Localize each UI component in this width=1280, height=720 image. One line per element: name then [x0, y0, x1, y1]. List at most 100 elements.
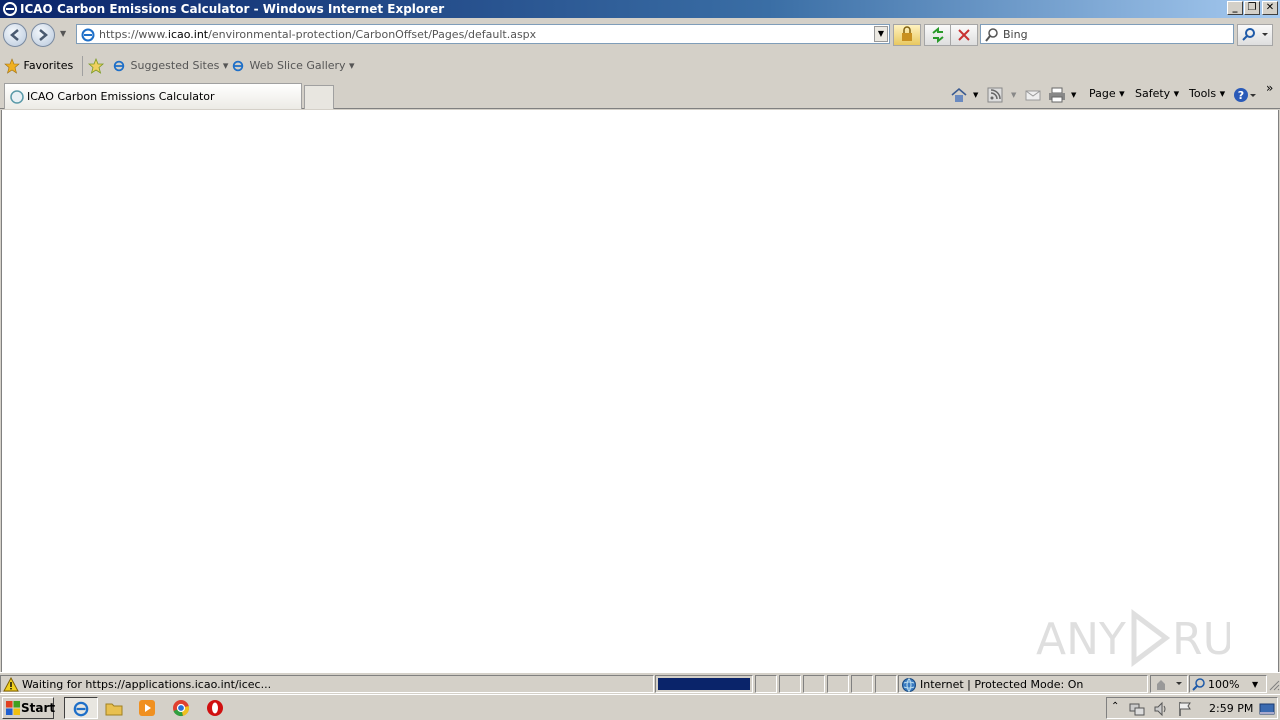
page-menu[interactable]: Page ▾: [1089, 87, 1125, 100]
opera-icon[interactable]: [205, 698, 225, 718]
navigation-bar: ▼ https://www.icao.int/environmental-pro…: [0, 18, 1280, 52]
security-settings-icon: [1157, 680, 1182, 690]
close-button[interactable]: ✕: [1262, 1, 1278, 15]
forward-button[interactable]: [31, 23, 55, 47]
tab-bar: ICAO Carbon Emissions Calculator ▼ ▼ ▼ P…: [0, 80, 1280, 109]
help-button[interactable]: ?: [1233, 87, 1257, 106]
forward-arrow-icon: [39, 29, 48, 41]
favorites-button[interactable]: Favorites: [4, 58, 73, 74]
resize-grip-icon[interactable]: [1268, 679, 1280, 691]
system-tray: ⌃ 2:59 PM: [1106, 697, 1278, 719]
web-slice-gallery-label: Web Slice Gallery ▾: [249, 59, 355, 72]
network-icon[interactable]: [1129, 701, 1145, 717]
refresh-icon: [932, 26, 944, 44]
address-bar[interactable]: https://www.icao.int/environmental-prote…: [76, 24, 890, 44]
home-dropdown-icon[interactable]: ▼: [973, 91, 978, 99]
web-slice-ie-icon: [232, 60, 244, 72]
status-panel-empty-1: [755, 675, 777, 693]
recent-pages-dropdown-icon[interactable]: ▼: [60, 29, 66, 38]
restore-button[interactable]: ❐: [1244, 1, 1260, 15]
refresh-button[interactable]: [924, 24, 952, 46]
clock[interactable]: 2:59 PM: [1209, 702, 1253, 715]
stop-button[interactable]: [950, 24, 978, 46]
mail-icon: [1025, 90, 1041, 101]
title-bar[interactable]: ICAO Carbon Emissions Calculator - Windo…: [0, 0, 1280, 18]
tab-icao-calculator[interactable]: ICAO Carbon Emissions Calculator: [4, 83, 302, 109]
search-icon: [985, 28, 998, 42]
safety-menu[interactable]: Safety ▾: [1135, 87, 1179, 100]
add-to-favorites-bar-button[interactable]: [87, 57, 106, 77]
printer-icon: [1049, 87, 1065, 103]
search-input[interactable]: Bing: [980, 24, 1234, 44]
zoom-icon: [1192, 678, 1205, 691]
taskbar: Start ⌃ 2:59 PM: [0, 694, 1280, 720]
progress-fill: [658, 678, 750, 690]
volume-icon[interactable]: [1153, 701, 1169, 717]
lock-icon: [902, 26, 912, 41]
window-title: ICAO Carbon Emissions Calculator - Windo…: [20, 2, 445, 16]
start-button[interactable]: Start: [2, 697, 56, 719]
svg-text:?: ?: [1238, 89, 1244, 102]
taskbar-ie-button[interactable]: [64, 697, 98, 719]
suggested-sites-ie-icon: [113, 60, 125, 72]
back-arrow-icon: [10, 29, 19, 41]
zoom-button[interactable]: 100% ▼: [1189, 675, 1267, 693]
tools-menu[interactable]: Tools ▾: [1189, 87, 1225, 100]
address-dropdown-button[interactable]: ▼: [874, 26, 888, 42]
action-center-flag-icon[interactable]: [1177, 701, 1193, 717]
status-panel-empty-2: [779, 675, 801, 693]
explorer-folder-icon[interactable]: [104, 698, 124, 718]
tab-label: ICAO Carbon Emissions Calculator: [27, 90, 215, 103]
page-content[interactable]: ANY RUN: [1, 110, 1279, 672]
start-label: Start: [21, 701, 56, 715]
command-overflow-button[interactable]: »: [1266, 81, 1273, 95]
feeds-button[interactable]: [987, 87, 1003, 106]
address-url[interactable]: https://www.icao.int/environmental-prote…: [99, 28, 536, 41]
favorites-bar: Favorites Suggested Sites ▾ Web Slice Ga…: [0, 52, 1280, 80]
status-panel-empty-4: [827, 675, 849, 693]
home-button[interactable]: [950, 87, 968, 106]
popup-blocker-button[interactable]: [1150, 675, 1188, 693]
svg-text:ANY: ANY: [1036, 614, 1126, 665]
page-ie-icon: [81, 28, 95, 42]
suggested-sites-link[interactable]: Suggested Sites ▾: [111, 59, 228, 73]
show-desktop-icon[interactable]: [1259, 701, 1275, 717]
security-zone-text: Internet | Protected Mode: On: [920, 678, 1084, 691]
media-player-icon[interactable]: [137, 698, 157, 718]
security-lock-button[interactable]: [893, 24, 921, 46]
add-favorite-star-icon: [87, 57, 105, 74]
new-tab-button[interactable]: [304, 85, 334, 109]
status-panel-empty-6: [875, 675, 897, 693]
status-panel-empty-3: [803, 675, 825, 693]
stop-icon: [958, 29, 970, 41]
anyrun-watermark: ANY RUN: [1036, 609, 1230, 667]
status-text-panel: Waiting for https://applications.icao.in…: [0, 675, 654, 693]
ie-taskbar-icon: [73, 701, 89, 717]
tab-loading-icon: [10, 90, 24, 104]
svg-text:RUN: RUN: [1172, 614, 1230, 665]
security-zone-panel[interactable]: Internet | Protected Mode: On: [898, 675, 1148, 693]
feeds-dropdown-icon[interactable]: ▼: [1011, 91, 1016, 99]
search-placeholder: Bing: [1003, 28, 1028, 41]
print-button[interactable]: [1048, 87, 1066, 106]
print-dropdown-icon[interactable]: ▼: [1071, 91, 1076, 99]
minimize-button[interactable]: _: [1227, 1, 1243, 15]
suggested-sites-label: Suggested Sites ▾: [130, 59, 229, 72]
search-go-button[interactable]: [1237, 24, 1273, 46]
read-mail-button[interactable]: [1025, 87, 1041, 106]
back-button[interactable]: [3, 23, 27, 47]
status-bar: Waiting for https://applications.icao.in…: [0, 672, 1280, 694]
status-message: Waiting for https://applications.icao.in…: [22, 678, 272, 691]
zoom-level: 100%: [1208, 678, 1240, 691]
status-panel-empty-5: [851, 675, 873, 693]
show-hidden-icons-button[interactable]: ⌃: [1111, 701, 1119, 712]
favorites-star-icon: [4, 58, 20, 74]
progress-bar: [655, 675, 753, 693]
web-slice-gallery-link[interactable]: Web Slice Gallery ▾: [230, 59, 355, 73]
magnifier-icon: [1242, 28, 1268, 41]
favorites-label: Favorites: [23, 59, 74, 72]
zoom-dropdown-icon: ▼: [1252, 680, 1259, 689]
internet-explorer-icon: [3, 2, 17, 16]
help-icon: ?: [1234, 88, 1256, 102]
chrome-icon[interactable]: [171, 698, 191, 718]
